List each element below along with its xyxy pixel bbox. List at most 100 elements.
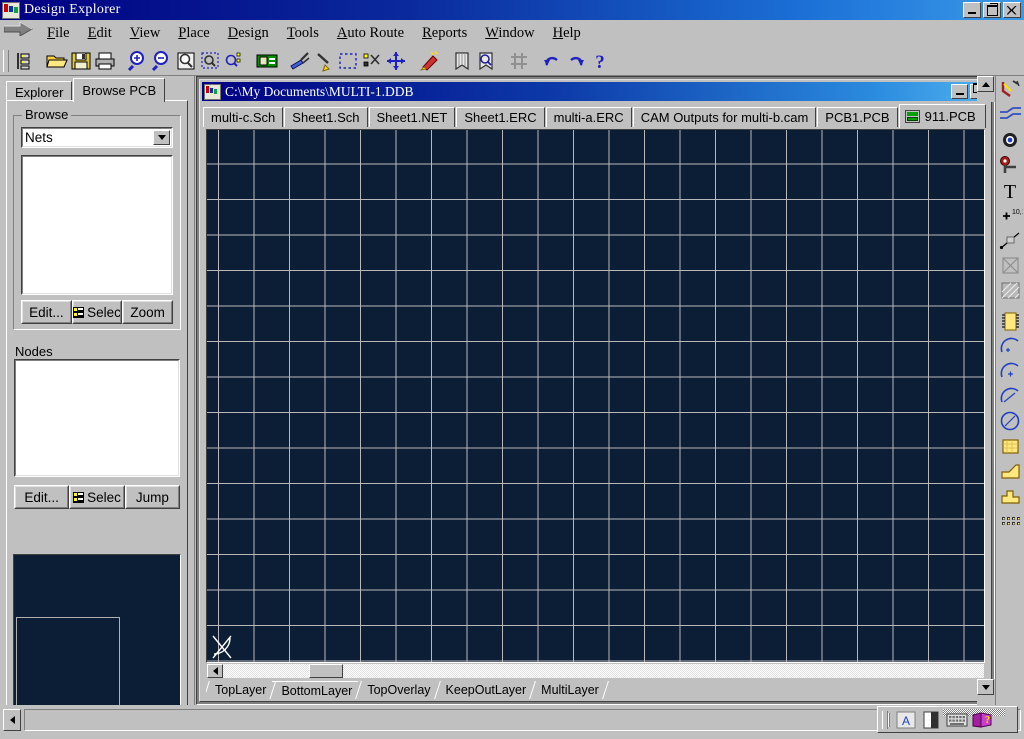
full-circle-icon[interactable]: [998, 409, 1023, 434]
zoom-document-icon[interactable]: [174, 49, 198, 73]
mask-level-icon[interactable]: [921, 711, 941, 729]
polygon-plane-icon[interactable]: [998, 253, 1023, 278]
rectangle-fill-icon[interactable]: [998, 434, 1023, 459]
menu-item-window[interactable]: Window: [476, 22, 543, 45]
menu-item-edit[interactable]: Edit: [79, 22, 121, 45]
text-mode-icon[interactable]: A: [896, 711, 916, 729]
nets-select-button[interactable]: Selec: [72, 300, 123, 324]
menu-item-help[interactable]: Help: [544, 22, 590, 45]
open-folder-icon[interactable]: [45, 49, 69, 73]
undo-icon[interactable]: [540, 49, 564, 73]
main-vertical-scrollbar-top[interactable]: [977, 76, 995, 102]
zoom-in-icon[interactable]: [126, 49, 150, 73]
select-area-icon[interactable]: [336, 49, 360, 73]
highlight-icon[interactable]: [417, 49, 441, 73]
arc-edge-icon[interactable]: [998, 359, 1023, 384]
keyboard-icon[interactable]: [946, 711, 966, 729]
layer-tab-bottomlayer[interactable]: BottomLayer: [272, 681, 358, 699]
menu-item-view[interactable]: View: [121, 22, 170, 45]
restore-button[interactable]: [983, 2, 1001, 18]
cut-icon[interactable]: [288, 49, 312, 73]
component-icon[interactable]: [450, 49, 474, 73]
doc-tab-sheet1-net[interactable]: Sheet1.NET: [369, 107, 456, 128]
menu-item-auto-route[interactable]: Auto Route: [328, 22, 413, 45]
polygon-pour-icon[interactable]: [998, 459, 1023, 484]
doc-tab-sheet1-erc[interactable]: Sheet1.ERC: [456, 107, 544, 128]
deselect-icon[interactable]: [360, 49, 384, 73]
view-board-icon[interactable]: [255, 49, 279, 73]
menu-item-file[interactable]: File: [38, 22, 79, 45]
toolbar-grip[interactable]: [3, 50, 9, 72]
nodes-edit-button[interactable]: Edit...: [14, 485, 69, 509]
board-preview[interactable]: [13, 554, 181, 726]
tab-explorer[interactable]: Explorer: [6, 81, 72, 102]
nodes-select-button[interactable]: Selec: [69, 485, 124, 509]
arc-center-icon[interactable]: [998, 334, 1023, 359]
doc-tab-911-pcb[interactable]: 911.PCB: [899, 104, 986, 128]
nets-edit-button[interactable]: Edit...: [21, 300, 72, 324]
scroll-up-button[interactable]: [977, 76, 994, 92]
dimension-icon[interactable]: [998, 228, 1023, 253]
help-icon[interactable]: ?: [588, 49, 612, 73]
interactive-routing-icon[interactable]: [998, 78, 1023, 103]
coordinate-icon[interactable]: 10,10: [998, 203, 1023, 228]
doc-tab-label: Sheet1.ERC: [464, 110, 536, 125]
menu-item-reports[interactable]: Reports: [413, 22, 476, 45]
string-text-icon[interactable]: T: [998, 178, 1023, 203]
close-icon: [1007, 6, 1017, 15]
chevron-down-icon[interactable]: [153, 130, 170, 145]
doc-tab-pcb1-pcb[interactable]: PCB1.PCB: [817, 107, 897, 128]
child-minimize-button[interactable]: [951, 84, 968, 99]
layer-tab-topoverlay[interactable]: TopOverlay: [358, 681, 436, 699]
tab-browse-pcb[interactable]: Browse PCB: [73, 78, 165, 102]
zoom-out-icon[interactable]: [150, 49, 174, 73]
scroll-left-button[interactable]: [207, 664, 223, 678]
layer-tab-keepoutlayer[interactable]: KeepOutLayer: [437, 681, 533, 699]
main-vertical-scrollbar-bottom[interactable]: [977, 679, 995, 705]
via-icon[interactable]: [998, 153, 1023, 178]
minimize-button[interactable]: [963, 2, 981, 18]
tray-grip[interactable]: [882, 711, 888, 729]
menu-item-tools[interactable]: Tools: [278, 22, 328, 45]
svg-text:A: A: [902, 714, 910, 728]
pcb-canvas[interactable]: [207, 130, 984, 662]
nodes-jump-button[interactable]: Jump: [125, 485, 180, 509]
zoom-area-icon[interactable]: [198, 49, 222, 73]
documents-icon[interactable]: [12, 49, 36, 73]
track-icon[interactable]: [998, 103, 1023, 128]
redo-icon[interactable]: [564, 49, 588, 73]
component-place-icon[interactable]: [998, 309, 1023, 334]
print-icon[interactable]: [93, 49, 117, 73]
browse-type-combo[interactable]: Nets: [21, 127, 173, 148]
move-icon[interactable]: [384, 49, 408, 73]
layer-tab-multilayer[interactable]: MultiLayer: [532, 681, 605, 699]
nodes-listbox[interactable]: [14, 359, 180, 477]
close-button[interactable]: [1003, 2, 1021, 18]
split-plane-icon[interactable]: [998, 484, 1023, 509]
menu-drag-handle-icon[interactable]: [4, 22, 38, 44]
canvas-horizontal-scrollbar[interactable]: [206, 663, 985, 679]
menu-item-place[interactable]: Place: [169, 22, 218, 45]
menu-item-design[interactable]: Design: [219, 22, 278, 45]
grid-icon[interactable]: [507, 49, 531, 73]
nets-listbox[interactable]: [21, 155, 173, 295]
doc-tab-multi-a-erc[interactable]: multi-a.ERC: [546, 107, 632, 128]
doc-tab-multi-c-sch[interactable]: multi-c.Sch: [203, 107, 283, 128]
paste-icon[interactable]: [312, 49, 336, 73]
help-book-icon[interactable]: ?: [971, 711, 991, 729]
scroll-down-button[interactable]: [977, 679, 994, 695]
fill-icon[interactable]: [998, 278, 1023, 303]
arc-any-angle-icon[interactable]: [998, 384, 1023, 409]
status-scroll-left-button[interactable]: [3, 709, 21, 731]
application-window: Design Explorer File Edit View Place Des…: [0, 0, 1024, 739]
doc-tab-cam-outputs[interactable]: CAM Outputs for multi-b.cam: [633, 107, 817, 128]
layer-tab-toplayer[interactable]: TopLayer: [206, 681, 272, 699]
hscroll-thumb[interactable]: [309, 664, 343, 678]
array-paste-icon[interactable]: [998, 509, 1023, 534]
zoom-selection-icon[interactable]: [222, 49, 246, 73]
save-icon[interactable]: [69, 49, 93, 73]
browse-component-icon[interactable]: [474, 49, 498, 73]
pad-icon[interactable]: [998, 128, 1023, 153]
doc-tab-sheet1-sch[interactable]: Sheet1.Sch: [284, 107, 367, 128]
nets-zoom-button[interactable]: Zoom: [122, 300, 173, 324]
